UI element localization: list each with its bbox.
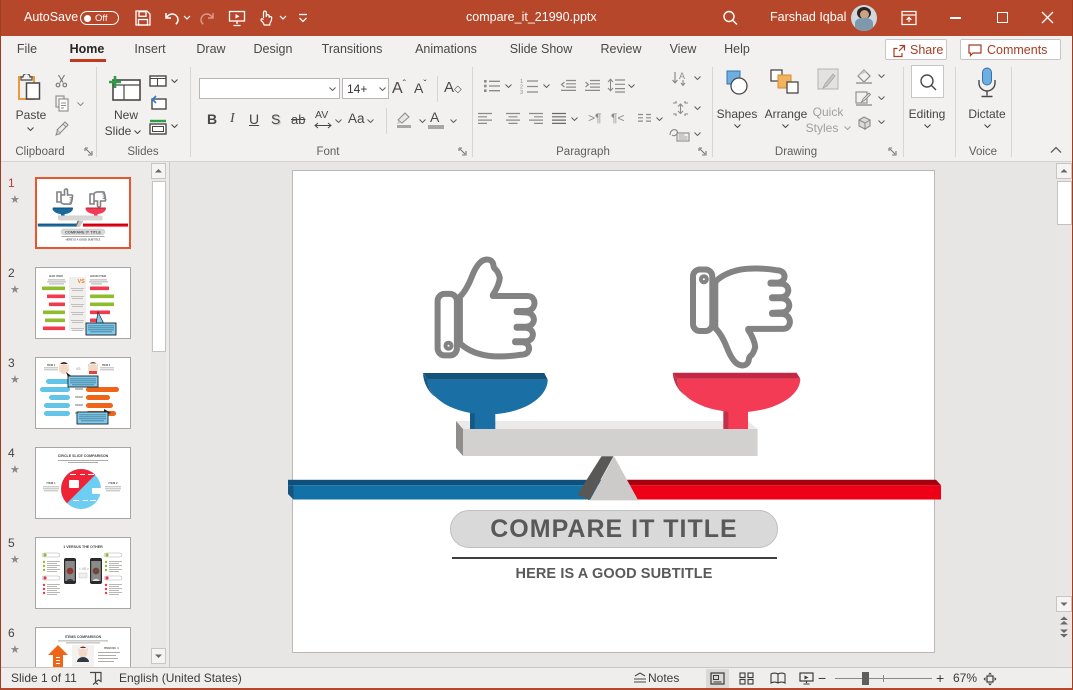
svg-text:VS: VS [76,367,81,371]
svg-text:VS: VS [78,279,86,285]
svg-text:CIRCLE SLICE COMPARISON: CIRCLE SLICE COMPARISON [58,454,109,458]
svg-text:ITEM 2: ITEM 2 [102,363,111,367]
svg-text:ITEM 2: ITEM 2 [108,481,117,485]
svg-text:HERE IS A GOOD SUBTITLE: HERE IS A GOOD SUBTITLE [66,237,101,241]
svg-text:ITEM 1: ITEM 1 [46,481,55,485]
svg-text:COMPARE IT TITLE: COMPARE IT TITLE [65,230,101,235]
svg-text:ITEM NO. 1: ITEM NO. 1 [104,646,119,650]
svg-text:ITEMS COMPARISON: ITEMS COMPARISON [65,635,102,639]
svg-text:GOOD ITEM: GOOD ITEM [90,274,107,278]
svg-text:1 VERSUS THE OTHER: 1 VERSUS THE OTHER [63,545,103,549]
svg-text:BAD ITEM: BAD ITEM [49,274,63,278]
svg-text:A: A [679,71,685,81]
svg-text:< VS >: < VS > [79,567,89,571]
svg-text:ITEM 1: ITEM 1 [47,363,56,367]
svg-text:3: 3 [520,90,523,94]
